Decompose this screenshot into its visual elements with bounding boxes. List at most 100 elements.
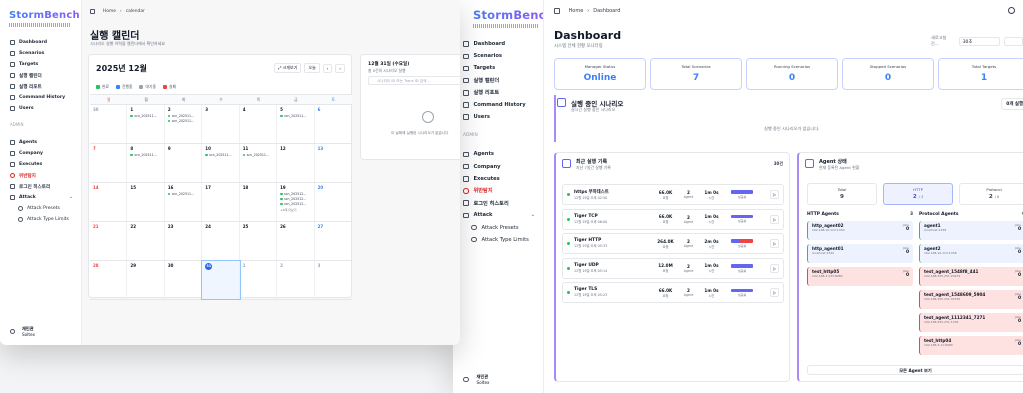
agent-card[interactable]: test_http04 192.168.3.11:8080 Jobs 0 — [919, 336, 1023, 355]
nav-calendar[interactable]: 실행 캘린더 — [0, 70, 81, 81]
nav-executes[interactable]: Executes — [0, 159, 81, 170]
calendar-day-cell[interactable]: 28 — [90, 261, 128, 299]
breadcrumb-home[interactable]: Home — [569, 8, 584, 14]
nav-attack[interactable]: Attack ⌄ — [0, 192, 81, 203]
recent-run-row[interactable]: https 부하테스트 12월 19일 오후 02:50 66.0K 요청 2 Agent… — [562, 184, 784, 205]
agent-tab-0[interactable]: Total 9 — [807, 183, 877, 205]
more-events-link[interactable]: +8개 더보기 — [280, 208, 296, 212]
rerun-button[interactable]: ▷ — [770, 239, 779, 249]
calendar-day-cell[interactable]: 5 scn_202511... — [277, 105, 315, 143]
nav-violations[interactable]: 위반탐지 — [0, 170, 81, 181]
calendar-day-cell[interactable]: 4 — [240, 105, 278, 143]
agent-card[interactable]: test_agent_1112341_7271 192.168.255.251:1… — [919, 313, 1023, 332]
nav-command-history[interactable]: Command History — [0, 92, 81, 103]
agent-card[interactable]: agent2 192.168.10.112:1338 Jobs 0 — [919, 244, 1023, 263]
calendar-day-cell[interactable]: 19 scn_202512... scn_202512... scn_202512..… — [277, 183, 315, 221]
calendar-day-cell[interactable]: 18 — [240, 183, 278, 221]
nav-company[interactable]: Company — [453, 161, 543, 173]
agent-card[interactable]: agent1 localhost:1338 Jobs 0 — [919, 221, 1023, 240]
calendar-day-cell[interactable]: 2 scn_202511... scn_202511... — [165, 105, 203, 143]
nav-targets[interactable]: Targets — [0, 59, 81, 70]
nav-reports[interactable]: 실행 리포트 — [0, 81, 81, 92]
calendar-day-cell[interactable]: 17 — [202, 183, 240, 221]
calendar-day-cell[interactable]: 3 — [315, 261, 352, 299]
nav-violations[interactable]: 위반탐지 — [453, 185, 543, 197]
rerun-button[interactable]: ▷ — [770, 263, 779, 273]
nav-targets[interactable]: Targets — [453, 62, 543, 74]
recent-run-row[interactable]: Tiger UDP 12월 19일 오후 05:14 12.0M 요청 2 Agent 1m… — [562, 257, 784, 279]
calendar-day-cell[interactable]: 11 scn_202511... — [240, 144, 278, 182]
nav-agents[interactable]: Agents — [453, 148, 543, 160]
calendar-event[interactable]: scn_202511... — [168, 119, 198, 123]
calendar-day-cell[interactable]: 22 — [127, 222, 165, 260]
agent-card[interactable]: test_agent_1548f8_441 192.168.255.251:204… — [919, 267, 1023, 286]
calendar-day-cell[interactable]: 15 — [127, 183, 165, 221]
calendar-event[interactable]: scn_202512... — [280, 197, 310, 201]
running-count-button[interactable]: 0개 실행 — [1001, 98, 1023, 110]
nav-attack-type-limits[interactable]: Attack Type Limits — [453, 234, 543, 246]
calendar-day-cell[interactable]: 8 scn_202511... — [127, 144, 165, 182]
sidebar-toggle-icon[interactable] — [90, 9, 95, 14]
nav-dashboard[interactable]: Dashboard — [453, 38, 543, 50]
refresh-button[interactable] — [1003, 36, 1023, 46]
calendar-day-cell[interactable]: 31 — [201, 260, 241, 300]
calendar-day-cell[interactable]: 1 — [240, 261, 278, 299]
nav-users[interactable]: Users — [453, 111, 543, 123]
sidebar-toggle-icon[interactable] — [554, 8, 560, 14]
calendar-day-cell[interactable]: 6 — [315, 105, 352, 143]
calendar-event[interactable]: scn_202512... — [280, 192, 310, 196]
breadcrumb-home[interactable]: Home — [103, 9, 116, 14]
agent-tab-2[interactable]: Protocol 2 / 6 — [959, 183, 1023, 205]
nav-attack-type-limits[interactable]: Attack Type Limits — [0, 214, 81, 225]
nav-scenarios[interactable]: Scenarios — [0, 48, 81, 59]
calendar-day-cell[interactable]: 25 — [240, 222, 278, 260]
nav-executes[interactable]: Executes — [453, 173, 543, 185]
calendar-day-cell[interactable]: 26 — [277, 222, 315, 260]
nav-command-history[interactable]: Command History — [453, 99, 543, 111]
calendar-event[interactable]: scn_202511... — [130, 114, 160, 118]
calendar-event[interactable]: scn_202511... — [130, 153, 160, 157]
calendar-day-cell[interactable]: 30 — [90, 105, 128, 143]
calendar-day-cell[interactable]: 10 scn_202511... — [202, 144, 240, 182]
calendar-day-cell[interactable]: 21 — [90, 222, 128, 260]
calendar-event[interactable]: scn_202511... — [205, 153, 235, 157]
today-button[interactable]: 오늘 — [304, 63, 320, 73]
nav-agents[interactable]: Agents — [0, 137, 81, 148]
calendar-day-cell[interactable]: 14 — [90, 183, 128, 221]
nav-dashboard[interactable]: Dashboard — [0, 37, 81, 48]
nav-users[interactable]: Users — [0, 103, 81, 114]
calendar-day-cell[interactable]: 7 — [90, 144, 128, 182]
calendar-day-cell[interactable]: 20 — [315, 183, 352, 221]
recent-run-row[interactable]: Tiger TCP 12월 19일 오후 06:00 66.0K 요청 2 Agent 1m… — [562, 208, 784, 230]
rerun-button[interactable]: ▷ — [770, 214, 779, 224]
user-profile[interactable]: 재민관 Soltex — [463, 374, 490, 385]
calendar-day-cell[interactable]: 23 — [165, 222, 203, 260]
agent-tab-1[interactable]: HTTP 2 / 3 — [883, 183, 953, 205]
nav-attack-presets[interactable]: Attack Presets — [0, 203, 81, 214]
agent-card[interactable]: http_agent01 localhost:1330 Jobs 0 — [807, 244, 913, 263]
nav-reports[interactable]: 실행 리포트 — [453, 87, 543, 99]
app-logo[interactable]: StormBench — [453, 0, 554, 22]
agent-card[interactable]: test_agent_1548609_5904 192.168.255.251:3… — [919, 290, 1023, 309]
refresh-interval-select[interactable]: 30초 — [958, 36, 1000, 46]
recent-run-row[interactable]: Tiger TLS 12월 19일 오후 05:23 66.0K 요청 2 Agent 1m… — [562, 282, 784, 304]
day-search-input[interactable]: 시나리오 ID 또는 Trans ID 검색... — [368, 76, 460, 85]
calendar-day-cell[interactable]: 13 — [315, 144, 352, 182]
calendar-day-cell[interactable]: 29 — [127, 261, 165, 299]
calendar-event[interactable]: scn_202511... — [280, 114, 310, 118]
calendar-day-cell[interactable]: 12 — [277, 144, 315, 182]
nav-company[interactable]: Company — [0, 148, 81, 159]
recent-run-row[interactable]: Tiger HTTP 12월 19일 오후 05:33 264.0K 요청 2 Agent… — [562, 233, 784, 255]
prev-month-button[interactable]: ‹ — [322, 63, 333, 73]
calendar-day-cell[interactable]: 24 — [202, 222, 240, 260]
rerun-button[interactable]: ▷ — [770, 190, 779, 199]
calendar-day-cell[interactable]: 16 scn_202511... — [165, 183, 203, 221]
calendar-day-cell[interactable]: 1 scn_202511... — [127, 105, 165, 143]
nav-attack-presets[interactable]: Attack Presets — [453, 221, 543, 233]
calendar-event[interactable]: scn_202512... — [280, 202, 310, 206]
nav-attack[interactable]: Attack ⌄ — [453, 209, 543, 221]
calendar-day-cell[interactable]: 30 — [165, 261, 203, 299]
calendar-event[interactable]: scn_202511... — [168, 192, 198, 196]
calendar-event[interactable]: scn_202511... — [243, 153, 273, 157]
rerun-button[interactable]: ▷ — [770, 288, 779, 298]
